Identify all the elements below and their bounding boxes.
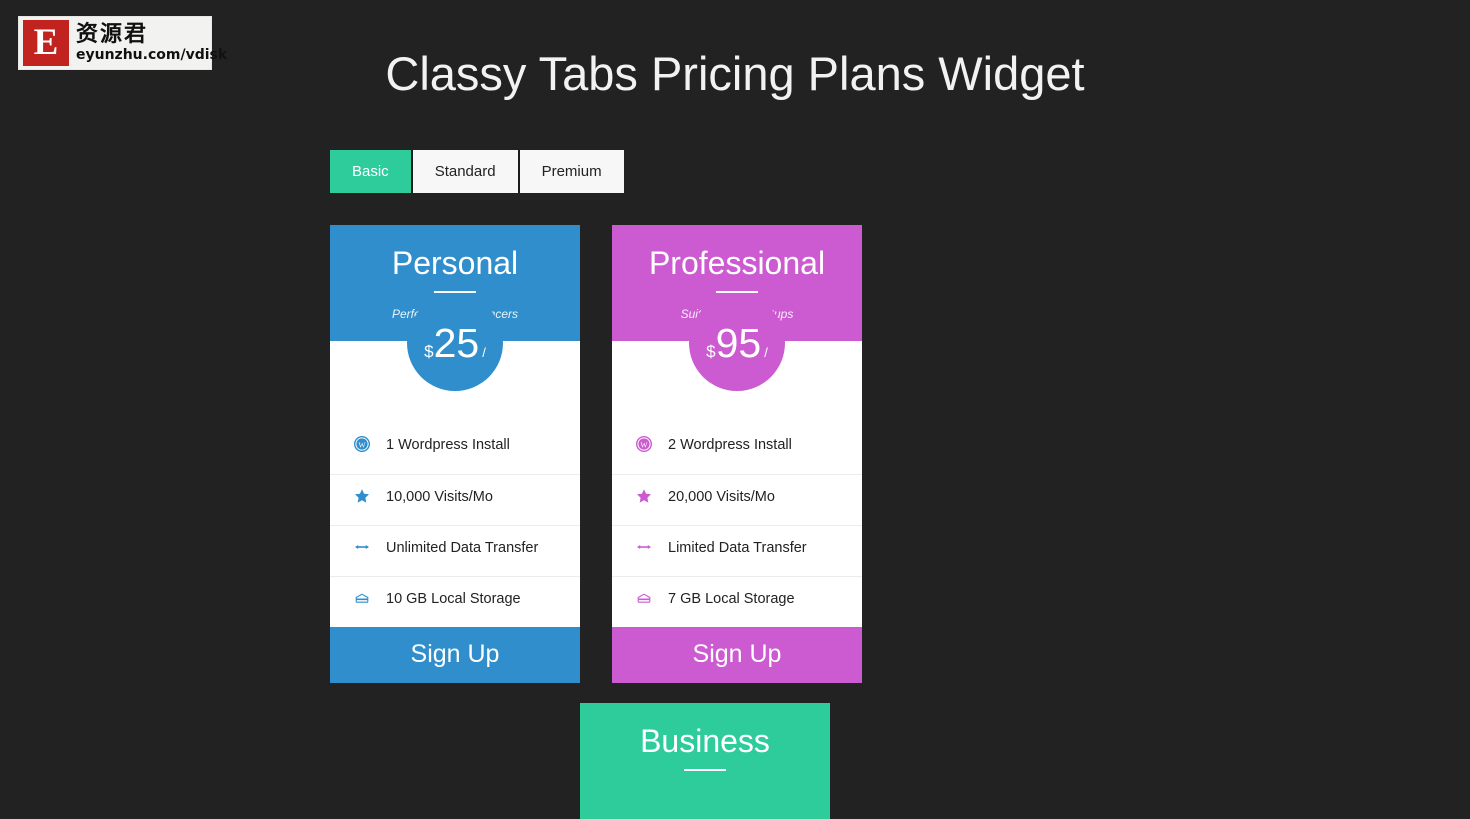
price-badge: $ 95 /	[689, 295, 785, 391]
feature-label: 10 GB Local Storage	[386, 591, 521, 607]
title-divider	[434, 291, 476, 293]
feature-row: Limited Data Transfer	[612, 525, 862, 576]
feature-row: 20,000 Visits/Mo	[612, 474, 862, 525]
data-transfer-icon	[354, 539, 370, 555]
price-period: /	[764, 345, 768, 360]
plan-title: Personal	[391, 245, 519, 281]
title-divider	[684, 769, 726, 771]
feature-label: Unlimited Data Transfer	[386, 540, 539, 556]
feature-row: W 2 Wordpress Install	[612, 423, 862, 474]
feature-list: W 1 Wordpress Install 10,000 Visits/Mo U…	[330, 423, 580, 627]
feature-label: 2 Wordpress Install	[668, 437, 792, 453]
storage-icon	[354, 590, 370, 606]
feature-list: W 2 Wordpress Install 20,000 Visits/Mo L…	[612, 423, 862, 627]
wordpress-icon: W	[636, 436, 652, 452]
wordpress-icon: W	[354, 436, 370, 452]
plan-title: Professional	[648, 245, 826, 281]
price-amount: 25	[433, 320, 480, 366]
price-period: /	[482, 345, 486, 360]
card-header-business: Business	[580, 703, 830, 819]
star-icon	[354, 488, 370, 504]
feature-row: W 1 Wordpress Install	[330, 423, 580, 474]
star-icon	[636, 488, 652, 504]
pricing-tabs: Basic Standard Premium	[330, 150, 624, 193]
feature-label: 7 GB Local Storage	[668, 591, 795, 607]
signup-button[interactable]: Sign Up	[330, 627, 580, 683]
price-area: $ 95 /	[612, 295, 862, 423]
storage-icon	[636, 590, 652, 606]
pricing-card-personal: Personal Perfect For Freelancers $ 25 / …	[330, 225, 580, 683]
feature-row: 10 GB Local Storage	[330, 576, 580, 627]
feature-label: Limited Data Transfer	[668, 540, 807, 556]
feature-row: 10,000 Visits/Mo	[330, 474, 580, 525]
feature-label: 20,000 Visits/Mo	[668, 489, 775, 505]
signup-button[interactable]: Sign Up	[612, 627, 862, 683]
price-amount: 95	[715, 320, 762, 366]
feature-row: Unlimited Data Transfer	[330, 525, 580, 576]
price-currency: $	[706, 342, 716, 361]
tab-standard[interactable]: Standard	[412, 150, 520, 193]
tab-basic[interactable]: Basic	[330, 150, 413, 193]
pricing-card-business: Business	[580, 703, 830, 819]
price-area: $ 25 /	[330, 295, 580, 423]
price-badge: $ 25 /	[407, 295, 503, 391]
feature-label: 1 Wordpress Install	[386, 437, 510, 453]
plan-title: Business	[640, 723, 770, 759]
svg-text:W: W	[640, 440, 648, 449]
tab-premium[interactable]: Premium	[519, 150, 624, 193]
price-currency: $	[424, 342, 434, 361]
pricing-card-professional: Professional Suitable For Startups $ 95 …	[612, 225, 862, 683]
svg-text:W: W	[358, 440, 366, 449]
data-transfer-icon	[636, 539, 652, 555]
watermark-chinese-name: 资源君	[76, 22, 149, 47]
title-divider	[716, 291, 758, 293]
page-title: Classy Tabs Pricing Plans Widget	[385, 47, 1085, 100]
feature-label: 10,000 Visits/Mo	[386, 489, 493, 505]
feature-row: 7 GB Local Storage	[612, 576, 862, 627]
